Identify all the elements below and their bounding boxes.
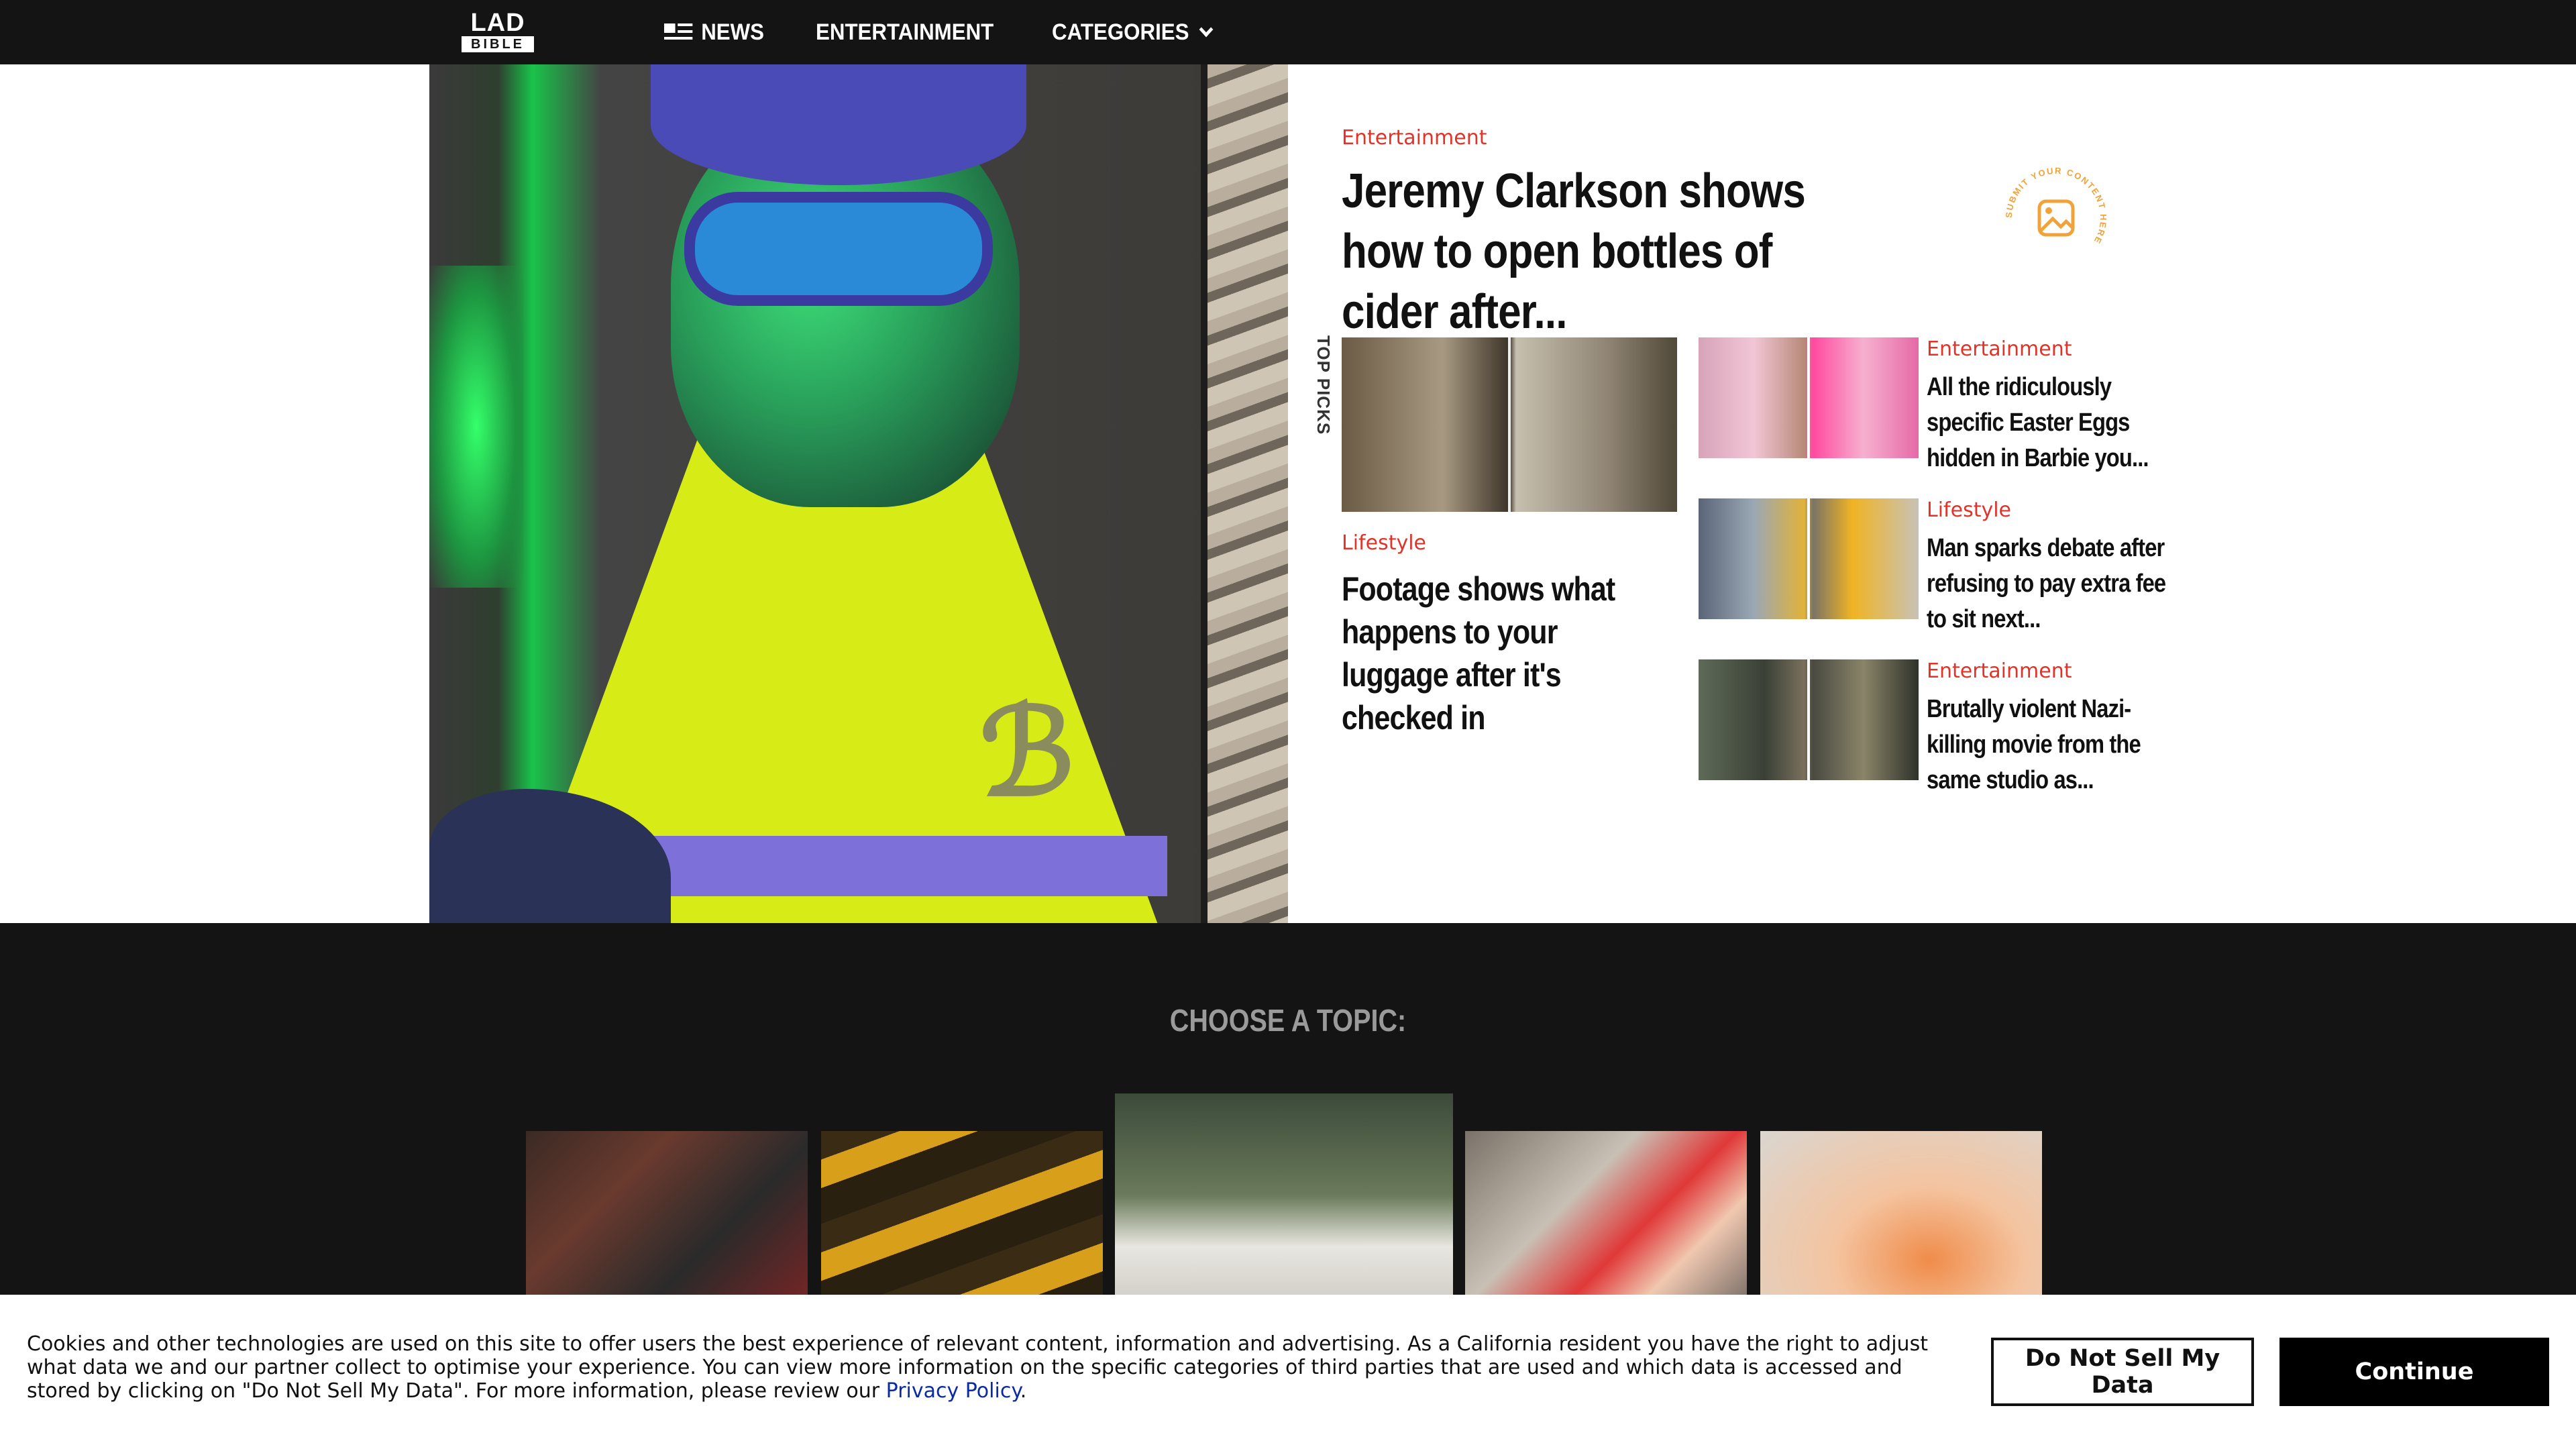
pick-thumbnail[interactable] [1699,659,1919,780]
top-picks-label: TOP PICKS [1313,335,1334,435]
pick-main-title[interactable]: Footage shows what happens to your lugga… [1342,568,1642,739]
hero-goggles [684,192,993,306]
top-navigation: LAD BIBLE NEWS ENTERTAINMENT CATEGORIES [0,0,2576,64]
privacy-policy-link[interactable]: Privacy Policy [886,1379,1020,1403]
nav-item-categories-label: CATEGORIES [1052,19,1189,45]
pick-item[interactable]: Entertainment All the ridiculously speci… [1699,337,2168,472]
logo-top-text: LAD [470,9,525,37]
hero-title[interactable]: Jeremy Clarkson shows how to open bottle… [1342,161,1861,342]
ladbible-logo[interactable]: LAD BIBLE [449,9,546,54]
pick-main-category[interactable]: Lifestyle [1342,531,1426,555]
do-not-sell-button[interactable]: Do Not Sell My Data [1991,1338,2254,1406]
pick-item[interactable]: Lifestyle Man sparks debate after refusi… [1699,498,2168,633]
pick-title[interactable]: All the ridiculously specific Easter Egg… [1927,370,2180,476]
hero-cap [651,64,1026,185]
nav-items: NEWS ENTERTAINMENT CATEGORIES [664,0,1226,64]
pick-category[interactable]: Entertainment [1927,659,2072,683]
pick-thumbnail[interactable] [1699,498,1919,619]
submit-content-badge[interactable]: SUBMIT YOUR CONTENT HERE [1999,161,2113,275]
pick-category[interactable]: Lifestyle [1927,498,2011,522]
vest-logo: ℬ [979,682,1075,823]
cookie-banner: Cookies and other technologies are used … [0,1295,2576,1449]
pick-title[interactable]: Man sparks debate after refusing to pay … [1927,531,2180,637]
hero-glow [429,266,523,588]
logo-bottom-text: BIBLE [462,36,534,52]
hero-wall-strip [1208,64,1288,923]
nav-item-entertainment[interactable]: ENTERTAINMENT [816,19,994,46]
hero-image[interactable]: ℬ [429,64,1288,923]
continue-button[interactable]: Continue [2279,1338,2549,1406]
pick-title[interactable]: Brutally violent Nazi-killing movie from… [1927,692,2180,798]
news-icon [664,22,693,42]
nav-item-news[interactable]: NEWS [664,19,764,46]
hero-category[interactable]: Entertainment [1342,126,1487,150]
nav-item-entertainment-label: ENTERTAINMENT [816,19,994,45]
pick-main-thumbnail[interactable] [1342,337,1677,512]
cookie-text: Cookies and other technologies are used … [27,1332,1959,1403]
pick-thumbnail[interactable] [1699,337,1919,458]
nav-item-categories[interactable]: CATEGORIES [1052,19,1214,46]
pick-category[interactable]: Entertainment [1927,337,2072,361]
cookie-suffix: . [1020,1379,1027,1403]
hero-divider [1201,64,1208,923]
pick-item[interactable]: Entertainment Brutally violent Nazi-kill… [1699,659,2168,794]
chevron-down-icon [1199,21,1214,38]
topics-title: CHOOSE A TOPIC: [1169,1003,1407,1038]
nav-item-news-label: NEWS [701,19,765,45]
image-upload-icon: SUBMIT YOUR CONTENT HERE [2004,166,2107,246]
